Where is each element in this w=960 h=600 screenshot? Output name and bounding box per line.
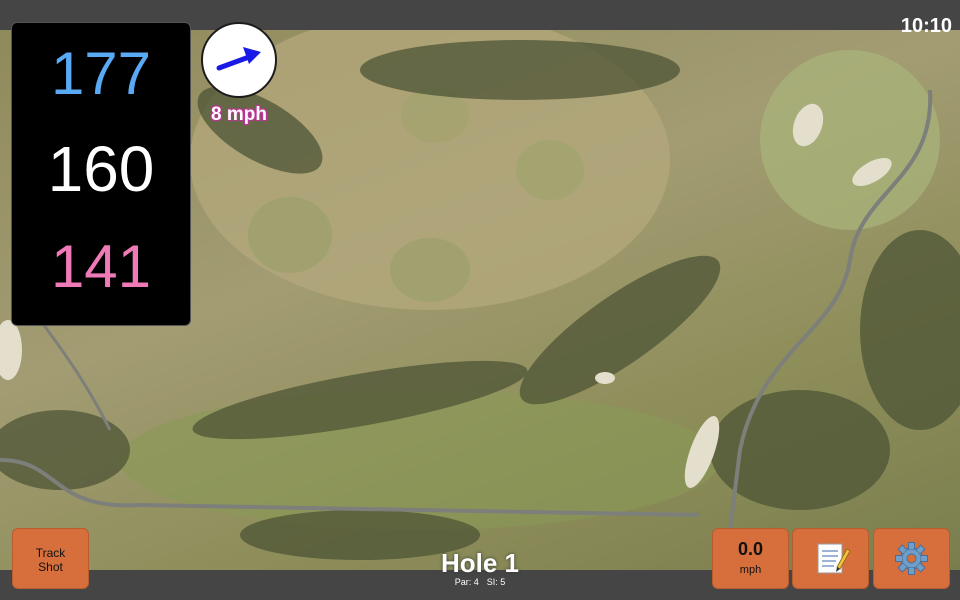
speed-value: 0.0	[737, 539, 764, 559]
gear-icon	[895, 542, 928, 575]
distance-back: 177	[50, 40, 152, 107]
distance-front: 141	[50, 233, 152, 300]
hole-title: Hole 1	[440, 548, 520, 578]
distance-panel: 177 160 141	[11, 22, 191, 326]
hole-info: Par: 4 SI: 5	[380, 577, 580, 587]
wind-direction-arrow-icon	[216, 47, 261, 71]
track-shot-button[interactable]: Track Shot	[12, 528, 89, 589]
hole-stroke-index: SI: 5	[486, 577, 506, 587]
wind-indicator	[201, 22, 277, 98]
notes-button[interactable]	[792, 528, 869, 589]
track-shot-label-2: Shot	[38, 560, 63, 574]
clock: 10:10	[900, 15, 952, 37]
settings-button[interactable]	[873, 528, 950, 589]
hole-par: Par: 4	[454, 577, 479, 587]
notepad-icon	[817, 543, 851, 574]
speed-button[interactable]: 0.0 mph	[712, 528, 789, 589]
distance-middle: 160	[47, 133, 155, 205]
track-shot-label-1: Track	[35, 546, 66, 560]
speed-unit: mph	[739, 564, 762, 576]
wind-speed: 8 mph	[211, 104, 267, 125]
